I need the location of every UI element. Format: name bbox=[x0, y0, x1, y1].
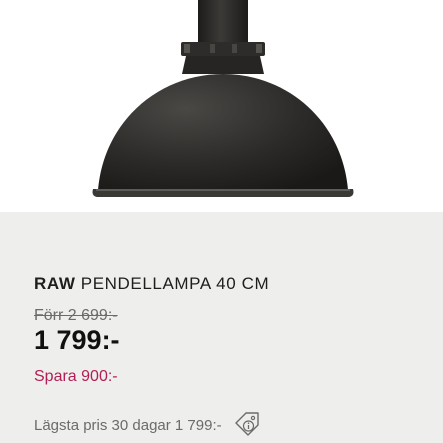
product-brand: RAW bbox=[34, 274, 76, 293]
current-price: 1 799:- bbox=[34, 325, 120, 355]
product-info: RAW PENDELLAMPA 40 CM Förr 2 699:- 1 799… bbox=[0, 212, 443, 443]
product-name: PENDELLAMPA 40 CM bbox=[80, 274, 270, 293]
lamp-collar bbox=[181, 42, 265, 56]
product-image[interactable] bbox=[0, 0, 443, 212]
pendant-lamp-image bbox=[92, 0, 354, 197]
price-tag-info-icon[interactable] bbox=[234, 410, 262, 436]
lamp-neck bbox=[182, 56, 264, 74]
product-card[interactable]: RAW PENDELLAMPA 40 CM Förr 2 699:- 1 799… bbox=[0, 0, 443, 443]
old-price: Förr 2 699:- bbox=[34, 307, 118, 324]
lamp-shade bbox=[98, 74, 348, 190]
savings-label: Spara 900:- bbox=[34, 368, 118, 385]
lowest-price-note: Lägsta pris 30 dagar 1 799:- bbox=[34, 417, 222, 434]
lamp-stem bbox=[198, 0, 248, 44]
product-title[interactable]: RAW PENDELLAMPA 40 CM bbox=[34, 274, 269, 294]
